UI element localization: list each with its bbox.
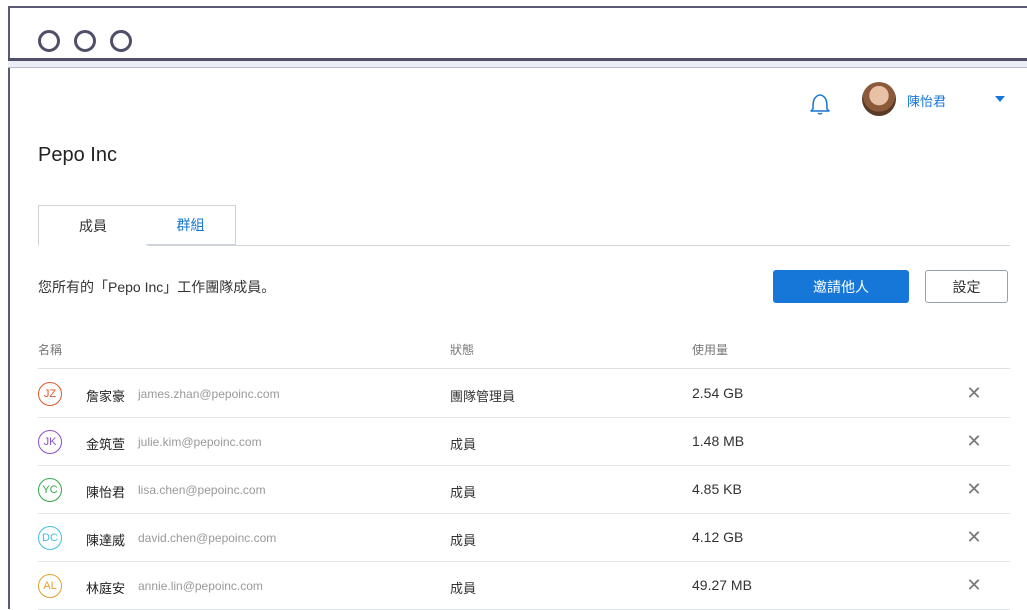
user-name[interactable]: 陳怡君	[907, 91, 946, 110]
avatar[interactable]	[862, 82, 896, 116]
page-title: Pepo Inc	[38, 144, 117, 166]
caret-down-icon[interactable]	[995, 96, 1005, 102]
initials-avatar: YC	[38, 478, 62, 502]
table-row: DC 陳達威 david.chen@pepoinc.com 成員 4.12 GB…	[38, 514, 1010, 562]
member-email: james.zhan@pepoinc.com	[138, 387, 280, 401]
member-status: 團隊管理員	[450, 389, 516, 404]
table-row: JK 金筑萱 julie.kim@pepoinc.com 成員 1.48 MB …	[38, 418, 1010, 466]
member-usage: 4.85 KB	[692, 481, 742, 497]
member-usage: 4.12 GB	[692, 529, 744, 545]
column-header-status: 狀態	[450, 343, 475, 357]
member-name: 金筑萱	[86, 437, 126, 452]
window-control-dot[interactable]	[38, 30, 60, 52]
tab-members[interactable]: 成員	[38, 205, 148, 246]
member-name: 林庭安	[86, 581, 126, 596]
browser-toolbar	[8, 58, 1027, 68]
close-icon[interactable]: ✕	[963, 478, 985, 500]
member-email: annie.lin@pepoinc.com	[138, 579, 263, 593]
member-status: 成員	[450, 485, 477, 500]
member-email: david.chen@pepoinc.com	[138, 531, 277, 545]
table-row: AL 林庭安 annie.lin@pepoinc.com 成員 49.27 MB…	[38, 562, 1010, 610]
close-icon[interactable]: ✕	[963, 382, 985, 404]
member-email: lisa.chen@pepoinc.com	[138, 483, 266, 497]
initials-avatar: JK	[38, 430, 62, 454]
initials-avatar: AL	[38, 574, 62, 598]
settings-button[interactable]: 設定	[925, 270, 1008, 303]
member-name: 陳怡君	[86, 485, 126, 500]
table-header-divider	[38, 368, 1010, 369]
member-name: 詹家豪	[86, 389, 126, 404]
member-usage: 2.54 GB	[692, 385, 744, 401]
tabs-divider	[38, 245, 1010, 246]
window-control-dot[interactable]	[110, 30, 132, 52]
tab-label: 成員	[79, 217, 107, 234]
window-control-dot[interactable]	[74, 30, 96, 52]
close-icon[interactable]: ✕	[963, 574, 985, 596]
member-email: julie.kim@pepoinc.com	[138, 435, 262, 449]
close-icon[interactable]: ✕	[963, 526, 985, 548]
tab-groups[interactable]: 群組	[146, 205, 236, 245]
column-header-usage: 使用量	[692, 343, 729, 357]
browser-frame	[8, 6, 1027, 60]
column-header-name: 名稱	[38, 343, 63, 357]
bell-icon[interactable]	[808, 91, 832, 117]
member-status: 成員	[450, 581, 477, 596]
member-usage: 49.27 MB	[692, 577, 752, 593]
table-row: YC 陳怡君 lisa.chen@pepoinc.com 成員 4.85 KB …	[38, 466, 1010, 514]
initials-avatar: JZ	[38, 382, 62, 406]
tab-label: 群組	[176, 217, 205, 233]
member-status: 成員	[450, 437, 477, 452]
initials-avatar: DC	[38, 526, 62, 550]
table-row: JZ 詹家豪 james.zhan@pepoinc.com 團隊管理員 2.54…	[38, 370, 1010, 418]
close-icon[interactable]: ✕	[963, 430, 985, 452]
member-name: 陳達威	[86, 533, 126, 548]
member-status: 成員	[450, 533, 477, 548]
window-controls	[38, 30, 132, 52]
members-description: 您所有的「Pepo Inc」工作團隊成員。	[38, 279, 276, 295]
member-usage: 1.48 MB	[692, 433, 745, 449]
invite-button[interactable]: 邀請他人	[773, 270, 909, 303]
